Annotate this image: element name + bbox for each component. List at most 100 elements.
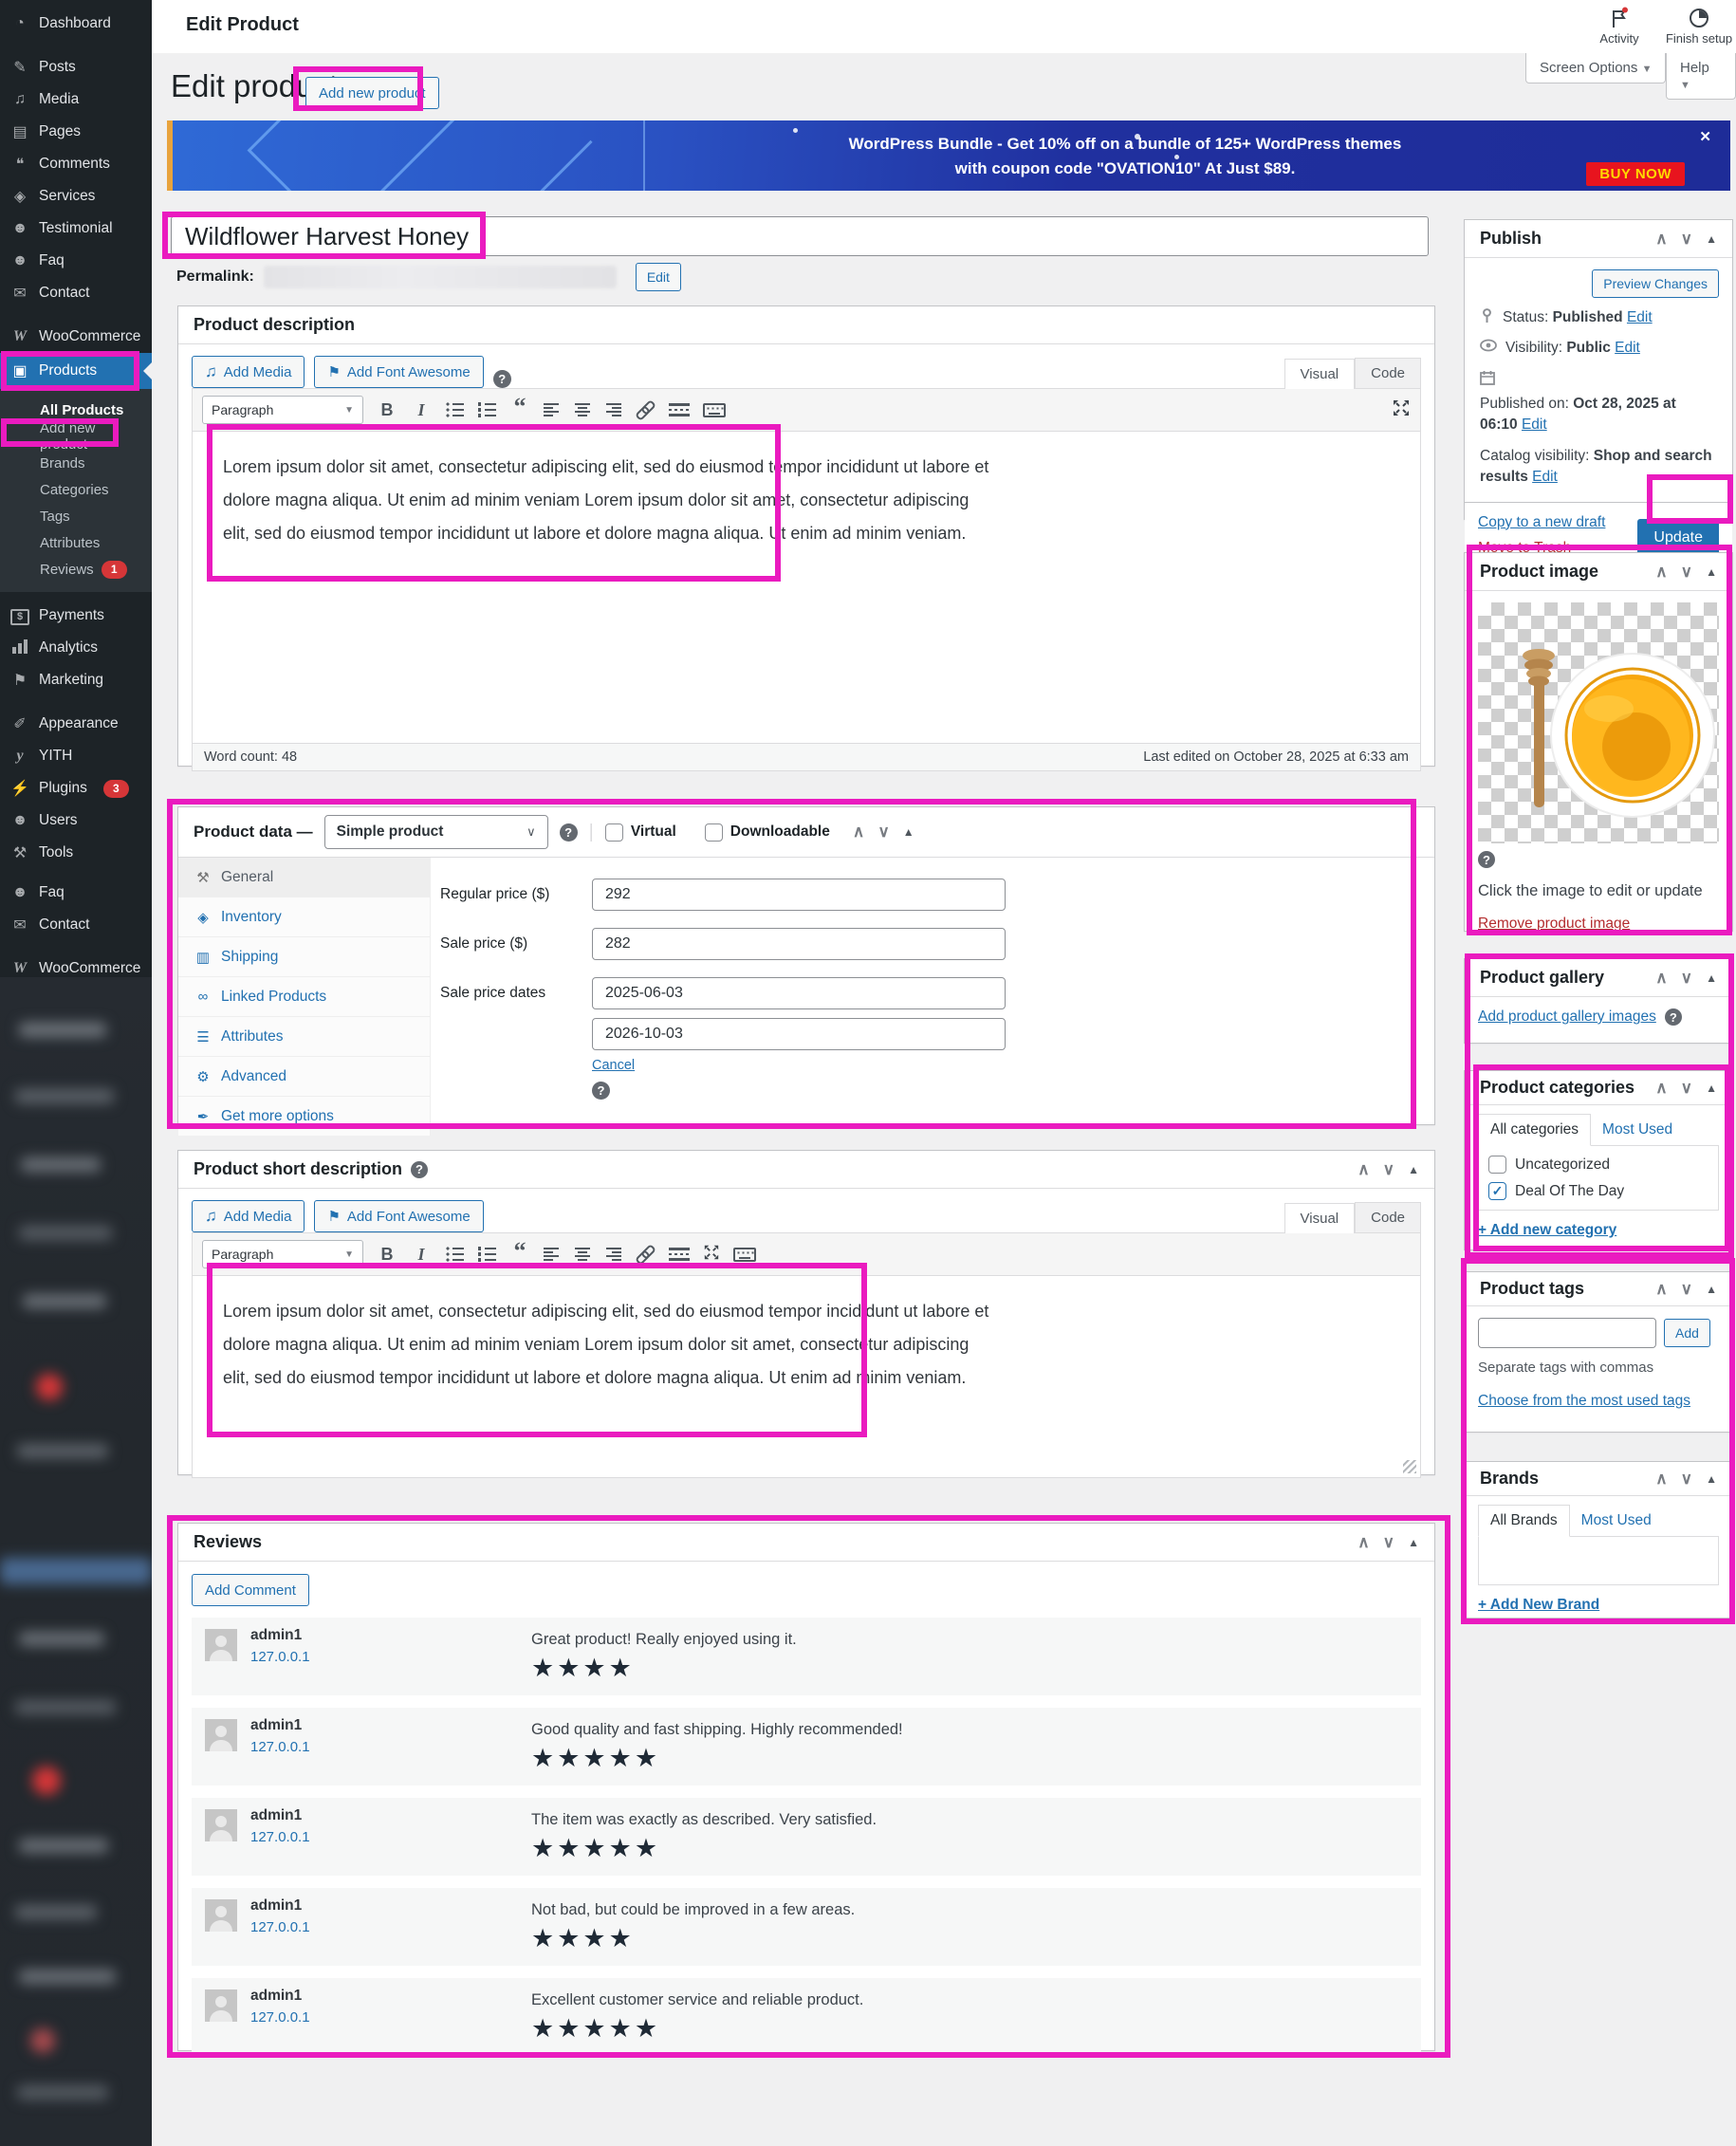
- review-ip-link[interactable]: 127.0.0.1: [250, 1829, 310, 1845]
- submenu-categories[interactable]: Categories: [0, 476, 152, 503]
- move-up-icon[interactable]: ∧: [1655, 563, 1667, 582]
- product-type-select[interactable]: Simple product∨: [324, 815, 548, 849]
- submenu-tags[interactable]: Tags: [0, 503, 152, 529]
- edit-visibility-link[interactable]: Edit: [1615, 340, 1640, 356]
- align-left-icon[interactable]: [544, 1246, 561, 1263]
- tab-linked-products[interactable]: ∞Linked Products: [178, 977, 430, 1017]
- most-used-tab[interactable]: Most Used: [1591, 1115, 1684, 1145]
- sidebar-item-plugins[interactable]: ⚡Plugins3: [0, 772, 152, 805]
- add-font-awesome-button[interactable]: ⚑Add Font Awesome: [314, 1200, 483, 1232]
- italic-button[interactable]: I: [411, 1245, 432, 1265]
- add-gallery-images-link[interactable]: Add product gallery images: [1478, 1008, 1656, 1026]
- insert-link-icon[interactable]: [635, 401, 656, 418]
- move-down-icon[interactable]: ∨: [1383, 1160, 1394, 1179]
- blockquote-icon[interactable]: “: [509, 1247, 530, 1262]
- tab-inventory[interactable]: ◈Inventory: [178, 897, 430, 937]
- tab-shipping[interactable]: ▥Shipping: [178, 937, 430, 977]
- activity-button[interactable]: Activity: [1579, 7, 1660, 46]
- move-down-icon[interactable]: ∨: [1681, 1280, 1692, 1299]
- submenu-brands[interactable]: Brands: [0, 450, 152, 476]
- blockquote-icon[interactable]: “: [509, 402, 530, 417]
- tab-get-more-options[interactable]: ✒Get more options: [178, 1097, 430, 1136]
- help-icon[interactable]: [493, 370, 511, 388]
- sidebar-item-tools[interactable]: ⚒Tools: [0, 837, 152, 869]
- sale-date-to-input[interactable]: [592, 1018, 1006, 1050]
- all-brands-tab[interactable]: All Brands: [1478, 1505, 1570, 1537]
- short-description-content-area[interactable]: Lorem ipsum dolor sit amet, consectetur …: [193, 1276, 1420, 1477]
- preview-changes-button[interactable]: Preview Changes: [1592, 269, 1719, 298]
- review-ip-link[interactable]: 127.0.0.1: [250, 2009, 310, 2026]
- move-up-icon[interactable]: ∧: [1655, 230, 1667, 249]
- regular-price-input[interactable]: [592, 879, 1006, 911]
- align-right-icon[interactable]: [604, 1246, 621, 1263]
- copy-to-new-draft-link[interactable]: Copy to a new draft: [1478, 514, 1605, 531]
- align-left-icon[interactable]: [544, 401, 561, 418]
- edit-status-link[interactable]: Edit: [1627, 309, 1653, 325]
- add-new-category-link[interactable]: + Add new category: [1478, 1222, 1616, 1238]
- move-up-icon[interactable]: ∧: [853, 823, 864, 842]
- review-ip-link[interactable]: 127.0.0.1: [250, 1919, 310, 1935]
- sale-date-from-input[interactable]: [592, 977, 1006, 1009]
- banner-close-icon[interactable]: ✕: [1699, 128, 1711, 145]
- move-up-icon[interactable]: ∧: [1357, 1160, 1369, 1179]
- read-more-tag-icon[interactable]: [669, 402, 690, 417]
- collapse-icon[interactable]: ▲: [1706, 232, 1717, 246]
- align-right-icon[interactable]: [604, 401, 621, 418]
- numbered-list-icon[interactable]: [477, 401, 496, 418]
- sidebar-item-services[interactable]: ◈Services: [0, 180, 152, 213]
- bold-button[interactable]: B: [377, 400, 397, 420]
- sidebar-item-appearance[interactable]: ✐Appearance: [0, 708, 152, 740]
- collapse-icon[interactable]: ▲: [1706, 1082, 1717, 1095]
- sidebar-item-analytics[interactable]: Analytics: [0, 632, 152, 664]
- finish-setup-button[interactable]: Finish setup: [1658, 7, 1736, 46]
- sidebar-item-contact-2[interactable]: ✉Contact: [0, 909, 152, 941]
- add-tag-button[interactable]: Add: [1664, 1319, 1710, 1347]
- cancel-sale-dates-link[interactable]: Cancel: [592, 1058, 635, 1073]
- sidebar-item-products[interactable]: ▣Products: [0, 353, 152, 389]
- submenu-add-new-product[interactable]: Add new product: [0, 423, 152, 450]
- fullscreen-icon[interactable]: [703, 1244, 720, 1266]
- add-media-button[interactable]: ♫Add Media: [192, 356, 305, 388]
- resize-handle[interactable]: [1403, 1460, 1416, 1473]
- add-comment-button[interactable]: Add Comment: [192, 1574, 309, 1606]
- uncategorized-checkbox[interactable]: [1488, 1156, 1506, 1174]
- add-new-product-button[interactable]: Add new product: [305, 77, 439, 109]
- bullet-list-icon[interactable]: [445, 1246, 464, 1263]
- collapse-icon[interactable]: ▲: [903, 825, 914, 839]
- visual-tab[interactable]: Visual: [1284, 359, 1356, 389]
- italic-button[interactable]: I: [411, 400, 432, 420]
- sidebar-item-faq-2[interactable]: ☻Faq: [0, 877, 152, 909]
- tags-input[interactable]: [1478, 1318, 1656, 1348]
- buy-now-button[interactable]: BUY NOW: [1586, 162, 1685, 186]
- move-down-icon[interactable]: ∨: [1681, 1470, 1692, 1489]
- sidebar-item-woocommerce[interactable]: WWooCommerce: [0, 321, 152, 353]
- collapse-icon[interactable]: ▲: [1706, 1472, 1717, 1486]
- move-up-icon[interactable]: ∧: [1655, 1280, 1667, 1299]
- move-down-icon[interactable]: ∨: [1383, 1533, 1394, 1552]
- product-image-thumbnail[interactable]: [1478, 602, 1719, 843]
- tab-advanced[interactable]: ⚙Advanced: [178, 1057, 430, 1097]
- sidebar-item-faq[interactable]: ☻Faq: [0, 245, 152, 277]
- keyboard-shortcuts-icon[interactable]: [733, 1248, 756, 1262]
- align-center-icon[interactable]: [574, 401, 591, 418]
- move-down-icon[interactable]: ∨: [1681, 1079, 1692, 1098]
- help-icon[interactable]: [560, 823, 578, 842]
- sidebar-item-media[interactable]: ♫Media: [0, 83, 152, 116]
- insert-link-icon[interactable]: [635, 1246, 656, 1263]
- collapse-icon[interactable]: ▲: [1706, 971, 1717, 985]
- keyboard-shortcuts-icon[interactable]: [703, 403, 726, 417]
- tab-general[interactable]: ⚒General: [178, 858, 430, 897]
- collapse-icon[interactable]: ▲: [1408, 1536, 1419, 1549]
- collapse-icon[interactable]: ▲: [1706, 565, 1717, 579]
- bold-button[interactable]: B: [377, 1245, 397, 1265]
- code-tab[interactable]: Code: [1355, 1202, 1421, 1232]
- move-up-icon[interactable]: ∧: [1655, 1470, 1667, 1489]
- collapse-icon[interactable]: ▲: [1408, 1163, 1419, 1176]
- help-icon[interactable]: [1478, 851, 1495, 868]
- product-title-input[interactable]: [171, 216, 1429, 256]
- add-font-awesome-button[interactable]: ⚑Add Font Awesome: [314, 356, 483, 388]
- sidebar-item-pages[interactable]: ▤Pages: [0, 116, 152, 148]
- all-categories-tab[interactable]: All categories: [1478, 1114, 1591, 1146]
- collapse-icon[interactable]: ▲: [1706, 1283, 1717, 1296]
- sidebar-item-payments[interactable]: $Payments: [0, 600, 152, 632]
